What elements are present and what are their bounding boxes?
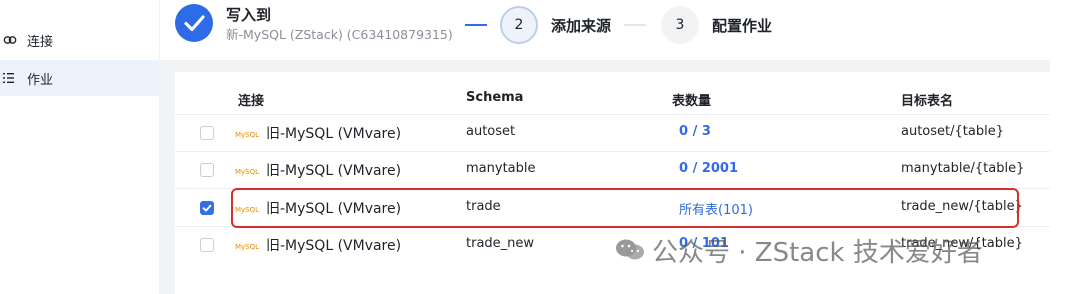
table-count-link[interactable]: 0 / 2001	[679, 161, 738, 176]
row-checkbox[interactable]	[200, 163, 214, 177]
wechat-icon	[616, 239, 644, 260]
step-3-indicator: 3	[661, 6, 699, 44]
check-icon	[184, 15, 205, 32]
link-icon	[3, 36, 17, 44]
list-icon	[3, 73, 14, 83]
step-1-done-indicator	[175, 4, 213, 42]
column-header-connection: 连接	[238, 94, 265, 109]
table-row[interactable]: MySQL 旧-MySQL (VMvare) autoset 0 / 3 aut…	[175, 114, 1050, 151]
step-connector-1	[465, 24, 487, 26]
row-checkbox[interactable]	[200, 238, 214, 252]
step-2-indicator: 2	[500, 6, 538, 44]
target-table-name: manytable/{table}	[901, 161, 1025, 176]
watermark: 公众号 · ZStack 技术爱好者	[614, 230, 983, 270]
connection-name: 旧-MySQL (VMvare)	[266, 238, 402, 254]
schema-name: autoset	[466, 124, 516, 139]
watermark-text: 公众号 · ZStack 技术爱好者	[652, 237, 983, 268]
column-header-target-table: 目标表名	[901, 94, 954, 109]
step-2-title: 添加来源	[551, 17, 612, 35]
row-checkbox-checked[interactable]	[200, 201, 214, 215]
row-checkbox[interactable]	[200, 126, 214, 140]
step-connector-2	[624, 24, 646, 26]
sidebar-item-connections[interactable]: 连接	[0, 22, 160, 58]
column-header-table-count: 表数量	[672, 94, 712, 109]
schema-name: trade_new	[466, 236, 535, 251]
sidebar: 连接 作业	[0, 0, 160, 294]
check-icon	[202, 204, 212, 212]
selection-highlight-annotation	[231, 188, 1019, 228]
svg-text:MySQL: MySQL	[235, 131, 259, 139]
table-row[interactable]: MySQL 旧-MySQL (VMvare) manytable 0 / 200…	[175, 151, 1050, 188]
schema-name: manytable	[466, 161, 536, 176]
step-1-title: 写入到	[226, 6, 272, 24]
step-3-title: 配置作业	[712, 17, 773, 35]
target-table-name: autoset/{table}	[901, 124, 1004, 139]
mysql-logo-icon: MySQL	[235, 243, 259, 251]
step-1-subtitle: 新-MySQL (ZStack) (C63410879315)	[226, 27, 453, 42]
mysql-logo-icon: MySQL	[235, 131, 259, 139]
column-header-schema: Schema	[466, 90, 524, 105]
svg-text:MySQL: MySQL	[235, 168, 259, 176]
connection-name: 旧-MySQL (VMvare)	[266, 126, 402, 142]
table-count-link[interactable]: 0 / 3	[679, 124, 711, 139]
sidebar-item-label: 作业	[27, 72, 54, 88]
mysql-logo-icon: MySQL	[235, 168, 259, 176]
sidebar-item-label: 连接	[27, 34, 54, 50]
sidebar-item-jobs[interactable]: 作业	[0, 60, 160, 96]
connection-name: 旧-MySQL (VMvare)	[266, 163, 402, 179]
svg-text:MySQL: MySQL	[235, 243, 259, 251]
